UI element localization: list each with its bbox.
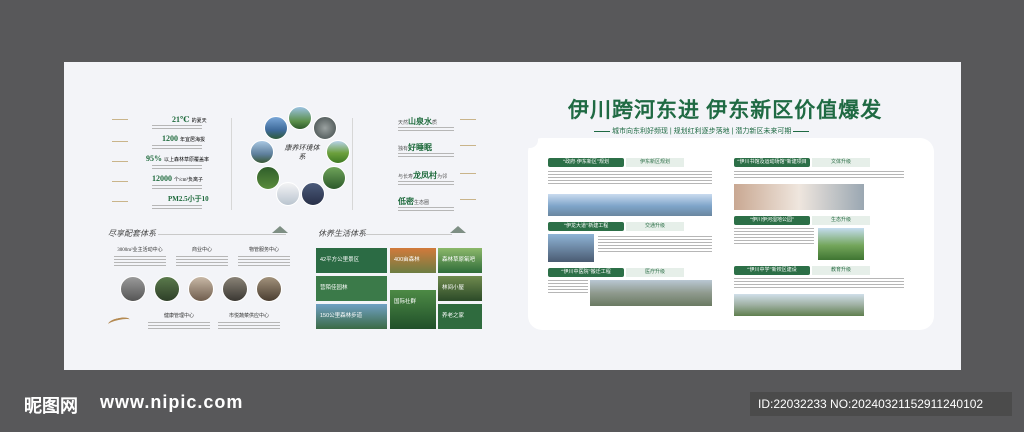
service-col-3: 物管服务中心 xyxy=(238,246,290,266)
service-heading: 尽享配套体系 xyxy=(108,229,156,238)
stat-3-value: 95% xyxy=(146,154,162,163)
eco-photo-ring: 康养环境体系 xyxy=(246,104,356,210)
stat-5-value: PM2.5小于10 xyxy=(168,195,209,203)
news-tag-1: “政府·伊东新区”规划 xyxy=(548,158,624,167)
life-tile-6: 国际社群 xyxy=(390,290,436,329)
news-tag-4: “伊川书馆及运动场馆”新建项目 xyxy=(734,158,810,167)
stat-2-value: 1200 xyxy=(162,134,178,143)
stat-2-label: 年宜居海拔 xyxy=(180,138,206,143)
life-tile-1: 42平方公里景区 xyxy=(316,248,387,273)
service-col-2: 商业中心 xyxy=(176,246,228,266)
photo-hill xyxy=(288,106,312,130)
service-bottom-1: 健康管理中心 xyxy=(148,312,210,329)
news-tag-5: “伊川伊河湿地公园” xyxy=(734,216,810,225)
news-photo-3 xyxy=(590,280,712,306)
news-text-6 xyxy=(734,278,904,288)
mountain-icon xyxy=(450,226,466,233)
service-photo-1 xyxy=(120,276,146,302)
leaf-icon xyxy=(112,116,128,120)
stat-3-label: 以上森林草原覆盖率 xyxy=(164,158,210,163)
leaf-icon xyxy=(460,116,476,120)
service-photo-3 xyxy=(188,276,214,302)
canvas: 21℃ 的夏天 1200 年宜居海拔 95% 以上森林草原覆盖率 12000 个… xyxy=(0,0,1024,432)
photo-mountain xyxy=(250,140,274,164)
news-photo-4 xyxy=(734,184,864,210)
service-bottom-2: 市悦蔬菜供应中心 xyxy=(218,312,280,329)
photo-sky xyxy=(276,182,300,206)
news-tag-6: “伊川中学”新校区建设 xyxy=(734,266,810,275)
stat-1-label: 的夏天 xyxy=(191,119,207,124)
connector-lines-left xyxy=(208,118,232,210)
subtitle-text: 城市向东利好频现 | 规划红利逐步落地 | 潜力新区未来可期 xyxy=(611,128,792,135)
life-tile-3: 森林草原氧吧 xyxy=(438,248,482,273)
news-tag-3: “伊川中医院”搬迁工程 xyxy=(548,268,624,277)
news-text-2 xyxy=(598,236,712,252)
life-heading-rule xyxy=(366,234,452,235)
leaf-icon xyxy=(112,178,128,182)
leaf-icon xyxy=(460,142,476,146)
life-tile-7: 林间小屋 xyxy=(438,276,482,301)
news-sub-2: 交通升级 xyxy=(626,222,684,231)
photo-field xyxy=(326,140,350,164)
stat-5-text xyxy=(152,205,202,209)
service-photo-4 xyxy=(222,276,248,302)
photo-lake xyxy=(264,116,288,140)
news-card: “政府·伊东新区”规划 伊东新区规划 “伊龙大道”新建工程 交通升级 “伊川中医… xyxy=(522,132,934,330)
news-sub-1: 伊东新区规划 xyxy=(626,158,684,167)
news-text-1 xyxy=(548,171,712,184)
stat-1-value: 21℃ xyxy=(172,115,190,124)
eco-item-2: 独有好睡眠 xyxy=(398,143,433,152)
news-text-4 xyxy=(734,171,904,178)
leaf-icon xyxy=(112,198,128,202)
life-heading: 休养生活体系 xyxy=(318,229,366,238)
eco-item-1: 天然山泉水质 xyxy=(398,117,438,126)
life-tile-8: 养老之家 xyxy=(438,304,482,329)
watermark-url: www.nipic.com xyxy=(100,392,244,412)
subtitle-rule-right xyxy=(793,130,810,132)
life-tile-5: 150公里森林步道 xyxy=(316,304,387,329)
news-photo-6 xyxy=(734,294,864,316)
leaf-icon xyxy=(460,170,476,174)
stat-3-text xyxy=(152,165,202,169)
news-photo-2 xyxy=(548,234,594,262)
stat-4-label: 个/cm³负离子 xyxy=(174,178,203,183)
news-sub-6: 教育升级 xyxy=(812,266,870,275)
news-photo-1 xyxy=(548,194,712,216)
eco-center-title: 康养环境体系 xyxy=(284,144,320,161)
eco-item-3: 与长寿龙凤村为邻 xyxy=(398,171,448,180)
stat-2-text xyxy=(152,145,202,149)
headline-title: 伊川跨河东进 伊东新区价值爆发 xyxy=(568,98,883,122)
leaf-icon xyxy=(112,158,128,162)
watermark-logo: 昵图网 xyxy=(24,396,78,416)
subtitle-rule-left xyxy=(594,130,610,132)
service-col-1: 3000m²业主活动中心 xyxy=(114,246,166,266)
news-text-5 xyxy=(734,228,814,244)
headline-subtitle: 城市向东利好频现 | 规划红利逐步落地 | 潜力新区未来可期 xyxy=(594,126,894,136)
leaf-icon xyxy=(460,196,476,200)
life-tile-2: 400亩森林 xyxy=(390,248,436,273)
photo-sunset xyxy=(301,182,325,206)
eco-items-right: 天然山泉水质 独有好睡眠 与长寿龙凤村为邻 低密生态圈 xyxy=(376,116,476,216)
image-id-bar: ID:22032233 NO:20240321152911240102 xyxy=(750,392,1012,416)
service-photo-2 xyxy=(154,276,180,302)
news-photo-5 xyxy=(818,228,864,260)
service-photo-5 xyxy=(256,276,282,302)
news-text-3 xyxy=(548,280,588,293)
stat-4-text xyxy=(152,185,202,189)
service-photo-row xyxy=(120,276,290,304)
photo-rocks xyxy=(313,116,337,140)
stat-4-value: 12000 xyxy=(152,174,172,183)
eco-item-4: 低密生态圈 xyxy=(398,197,430,206)
photo-trees xyxy=(322,166,346,190)
life-tile-4: 营陌佳园林 xyxy=(316,276,387,301)
news-sub-4: 文体升级 xyxy=(812,158,870,167)
news-tag-2: “伊龙大道”新建工程 xyxy=(548,222,624,231)
news-sub-5: 生态升级 xyxy=(812,216,870,225)
service-heading-rule xyxy=(158,234,286,235)
leaf-icon xyxy=(112,138,128,142)
mountain-icon xyxy=(272,226,288,233)
photo-forest xyxy=(256,166,280,190)
news-sub-3: 医疗升级 xyxy=(626,268,684,277)
stat-1-text xyxy=(152,125,202,129)
